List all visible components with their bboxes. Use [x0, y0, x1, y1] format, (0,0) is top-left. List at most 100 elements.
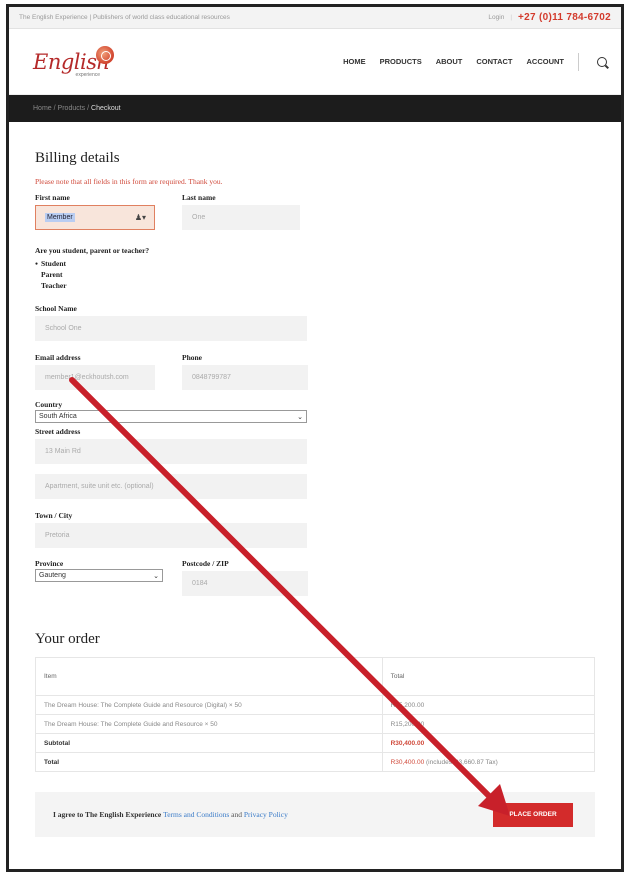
terms-link[interactable]: Terms and Conditions — [163, 810, 229, 819]
phone-input[interactable]: 0848799787 — [182, 365, 308, 390]
subtotal-value-cell: R30,400.00 — [381, 733, 596, 753]
province-label: Province — [35, 559, 64, 568]
order-item-name: The Dream House: The Complete Guide and … — [35, 695, 383, 715]
province-group: Province Gauteng ⌄ — [35, 559, 163, 596]
nav-item-about[interactable]: ABOUT — [436, 57, 463, 66]
tax-note: (includes R3,660.87 Tax) — [426, 758, 498, 766]
street-label: Street address — [35, 427, 81, 436]
site-tagline: The English Experience | Publishers of w… — [19, 14, 230, 21]
total-row: Total R30,400.00 (includes R3,660.87 Tax… — [35, 752, 596, 772]
order-table: Item Total The Dream House: The Complete… — [35, 657, 596, 772]
order-col-item: Item — [35, 657, 383, 696]
order-table-header: Item Total — [35, 657, 596, 696]
order-item-total: R15,200.00 — [381, 695, 596, 715]
nav-item-contact[interactable]: CONTACT — [476, 57, 512, 66]
province-value: Gauteng — [39, 572, 66, 579]
billing-title: Billing details — [35, 150, 120, 166]
browser-frame: The English Experience | Publishers of w… — [6, 4, 624, 872]
nav-item-products[interactable]: PRODUCTS — [380, 57, 422, 66]
country-value: South Africa — [39, 413, 77, 420]
checkout-content: Billing details Please note that all fie… — [9, 150, 621, 837]
main-nav: HOME PRODUCTS ABOUT CONTACT ACCOUNT — [329, 52, 607, 71]
email-input[interactable]: member1@eckhoutsh.com — [35, 365, 155, 390]
role-radio-group: Student Parent Teacher — [35, 258, 595, 291]
contact-card-icon[interactable]: ♟▾ — [135, 213, 146, 222]
school-group: School Name School One — [35, 304, 595, 341]
town-group: Town / City Pretoria — [35, 511, 595, 548]
radio-teacher[interactable]: Teacher — [35, 280, 595, 291]
email-group: Email address member1@eckhoutsh.com — [35, 353, 155, 390]
school-input[interactable]: School One — [35, 316, 307, 341]
phone-group: Phone 0848799787 — [182, 353, 308, 390]
breadcrumb-separator: / — [53, 105, 56, 112]
terms-prefix: I agree to The English Experience — [53, 810, 162, 819]
place-order-box: I agree to The English Experience Terms … — [35, 792, 595, 837]
breadcrumb-home[interactable]: Home — [33, 105, 52, 112]
role-label: Are you student, parent or teacher? — [35, 246, 150, 255]
province-select[interactable]: Gauteng ⌄ — [35, 569, 163, 582]
logo-subtitle: experience — [75, 71, 101, 78]
phone-number[interactable]: +27 (0)11 784-6702 — [518, 12, 611, 23]
last-name-label: Last name — [182, 193, 216, 202]
order-title: Your order — [35, 631, 100, 647]
school-label: School Name — [35, 304, 77, 313]
top-bar: The English Experience | Publishers of w… — [9, 7, 621, 29]
postcode-input[interactable]: 0184 — [182, 571, 308, 596]
first-name-input[interactable]: Member ♟▾ — [35, 205, 155, 230]
street-input[interactable]: 13 Main Rd — [35, 439, 307, 464]
last-name-group: Last name One — [182, 193, 300, 230]
province-row: Province Gauteng ⌄ Postcode / ZIP 0184 — [35, 559, 595, 596]
site-header: English experience HOME PRODUCTS ABOUT C… — [9, 29, 621, 95]
login-link[interactable]: Login — [488, 14, 504, 21]
street-group: Street address 13 Main Rd Apartment, sui… — [35, 427, 595, 499]
breadcrumb-current: Checkout — [91, 105, 121, 112]
contact-row: Email address member1@eckhoutsh.com Phon… — [35, 353, 595, 390]
subtotal-value: R30,400.00 — [390, 739, 425, 747]
privacy-link[interactable]: Privacy Policy — [244, 810, 288, 819]
postcode-label: Postcode / ZIP — [182, 559, 229, 568]
nav-divider — [578, 52, 579, 71]
first-name-value: Member — [45, 213, 75, 222]
logo-heart-icon — [95, 45, 114, 64]
postcode-group: Postcode / ZIP 0184 — [182, 559, 308, 596]
nav-item-account[interactable]: ACCOUNT — [527, 57, 565, 66]
last-name-input[interactable]: One — [182, 205, 300, 230]
table-row: The Dream House: The Complete Guide and … — [35, 714, 596, 734]
total-value-cell: R30,400.00 (includes R3,660.87 Tax) — [381, 752, 596, 772]
breadcrumb-separator: / — [87, 105, 90, 112]
name-row: First name Member ♟▾ Last name One — [35, 193, 595, 230]
subtotal-label: Subtotal — [35, 733, 383, 753]
chevron-down-icon: ⌄ — [297, 413, 303, 421]
total-value: R30,400.00 — [390, 758, 425, 766]
street-line2-input[interactable]: Apartment, suite unit etc. (optional) — [35, 474, 307, 499]
order-item-total: R15,200.00 — [381, 714, 596, 734]
country-label: Country — [35, 400, 63, 409]
search-icon[interactable] — [597, 56, 607, 67]
country-group: Country South Africa ⌄ — [35, 400, 595, 423]
role-group: Are you student, parent or teacher? Stud… — [35, 246, 595, 291]
table-row: The Dream House: The Complete Guide and … — [35, 695, 596, 715]
subtotal-row: Subtotal R30,400.00 — [35, 733, 596, 753]
place-order-button[interactable]: PLACE ORDER — [493, 802, 573, 827]
radio-student[interactable]: Student — [35, 258, 595, 269]
breadcrumb-products[interactable]: Products — [58, 105, 86, 112]
terms-checkbox-label[interactable]: I agree to The English Experience Terms … — [53, 810, 288, 819]
town-input[interactable]: Pretoria — [35, 523, 307, 548]
top-bar-divider: | — [510, 14, 513, 21]
order-col-total: Total — [381, 657, 596, 696]
chevron-down-icon: ⌄ — [153, 572, 159, 580]
radio-parent[interactable]: Parent — [35, 269, 595, 280]
required-notice: Please note that all fields in this form… — [35, 177, 223, 186]
first-name-group: First name Member ♟▾ — [35, 193, 155, 230]
first-name-label: First name — [35, 193, 70, 202]
email-label: Email address — [35, 353, 81, 362]
country-select[interactable]: South Africa ⌄ — [35, 410, 307, 423]
breadcrumb: Home / Products / Checkout — [9, 95, 621, 122]
nav-item-home[interactable]: HOME — [343, 57, 366, 66]
phone-label: Phone — [182, 353, 203, 362]
top-bar-right: Login | +27 (0)11 784-6702 — [488, 12, 611, 23]
order-item-name: The Dream House: The Complete Guide and … — [35, 714, 383, 734]
terms-and: and — [231, 810, 242, 819]
town-label: Town / City — [35, 511, 73, 520]
site-logo[interactable]: English experience — [33, 45, 138, 78]
